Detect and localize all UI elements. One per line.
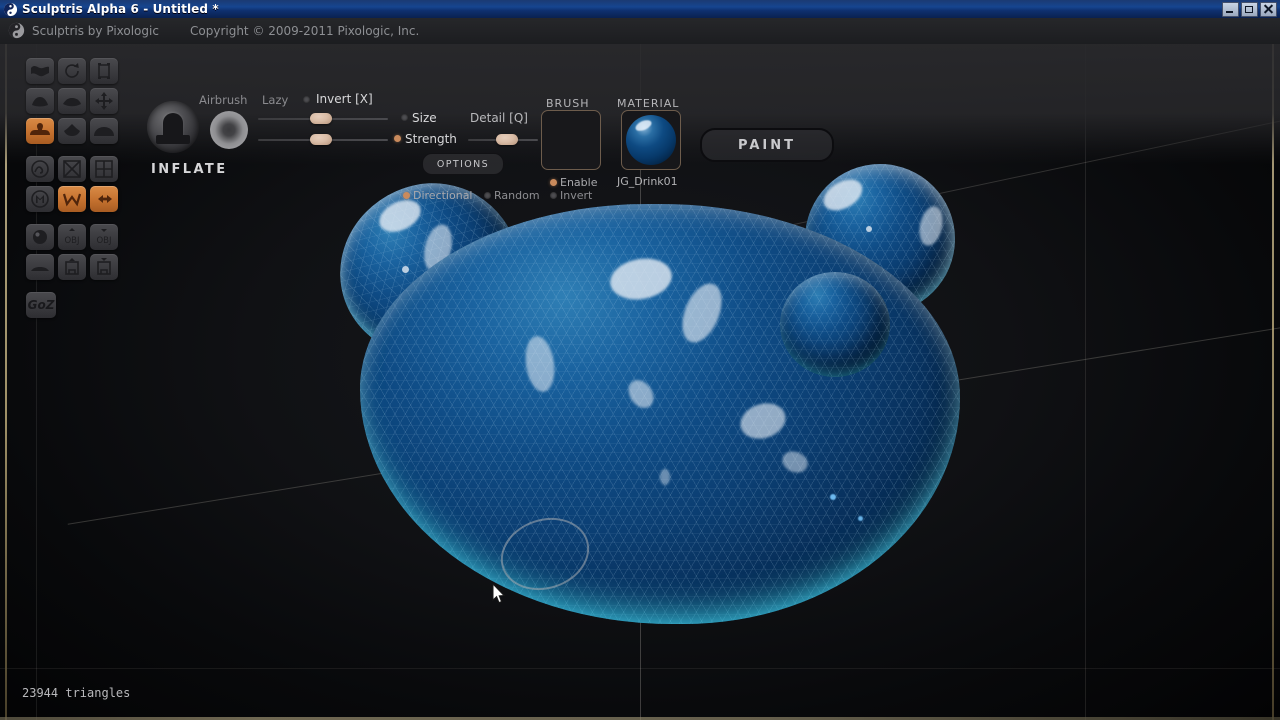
tool-save-file[interactable] xyxy=(90,254,118,280)
mouse-pointer-icon xyxy=(492,582,506,605)
brand-label: Sculptris by Pixologic xyxy=(32,24,159,38)
strength-label[interactable]: Strength xyxy=(405,132,457,146)
viewport-border-right xyxy=(1272,44,1274,720)
tool-move[interactable] xyxy=(90,88,118,114)
random-label[interactable]: Random xyxy=(494,189,540,202)
tool-material-m[interactable] xyxy=(26,186,54,212)
blue-glossy-blob-model[interactable] xyxy=(321,164,970,664)
size-radio[interactable] xyxy=(401,114,408,121)
directional-radio[interactable] xyxy=(403,192,410,199)
invert-label[interactable]: Invert xyxy=(560,189,592,202)
paint-button-label: PAINT xyxy=(738,137,796,153)
tool-row xyxy=(26,186,120,212)
tool-export-obj[interactable]: OBJ xyxy=(90,224,118,250)
tool-row xyxy=(26,58,120,84)
tool-wireframe[interactable] xyxy=(58,186,86,212)
lazy-label[interactable]: Lazy xyxy=(262,93,288,107)
strength-slider-handle[interactable] xyxy=(310,134,332,145)
tool-row: OBJ OBJ xyxy=(26,224,120,250)
goz-button[interactable]: GoZ xyxy=(26,292,56,318)
model-highlight xyxy=(660,469,670,485)
sculptris-logo-icon xyxy=(3,2,18,17)
material-section-label: MATERIAL xyxy=(617,97,680,110)
tool-mask[interactable] xyxy=(58,156,86,182)
material-swatch[interactable] xyxy=(621,110,681,170)
directional-label[interactable]: Directional xyxy=(413,189,473,202)
tool-open-file[interactable] xyxy=(58,254,86,280)
tool-grid[interactable] xyxy=(90,156,118,182)
brush-section-label: BRUSH xyxy=(546,97,590,110)
model-highlight xyxy=(858,516,863,521)
goz-label: GoZ xyxy=(27,298,55,312)
size-label[interactable]: Size xyxy=(412,111,437,125)
active-tool-name: INFLATE xyxy=(151,162,228,177)
tool-row xyxy=(26,88,120,114)
tool-new-sphere[interactable] xyxy=(26,224,54,250)
options-button[interactable]: OPTIONS xyxy=(422,153,504,175)
enable-label[interactable]: Enable xyxy=(560,176,597,189)
tool-smooth[interactable] xyxy=(58,88,86,114)
tool-import-obj[interactable]: OBJ xyxy=(58,224,86,250)
model-highlight xyxy=(402,266,409,273)
tool-rotate[interactable] xyxy=(58,58,86,84)
airbrush-label[interactable]: Airbrush xyxy=(199,93,247,107)
tool-spin[interactable] xyxy=(26,156,54,182)
tool-row xyxy=(26,254,120,280)
tool-inflate[interactable] xyxy=(26,118,54,144)
tool-flatten[interactable] xyxy=(90,118,118,144)
maximize-icon[interactable] xyxy=(1241,2,1258,17)
minimize-icon[interactable] xyxy=(1222,2,1239,17)
enable-radio[interactable] xyxy=(550,179,557,186)
title-bar: Sculptris Alpha 6 - Untitled * xyxy=(0,0,1280,18)
svg-text:OBJ: OBJ xyxy=(96,236,111,246)
tool-pinch[interactable] xyxy=(58,118,86,144)
model-cheek xyxy=(780,272,890,377)
detail-label[interactable]: Detail [Q] xyxy=(470,111,528,125)
tool-crop[interactable] xyxy=(90,58,118,84)
invert-x-label[interactable]: Invert [X] xyxy=(316,92,373,106)
tool-new-plane[interactable] xyxy=(26,254,54,280)
tool-symmetry[interactable] xyxy=(90,186,118,212)
svg-text:OBJ: OBJ xyxy=(64,236,79,246)
strength-radio[interactable] xyxy=(394,135,401,142)
pixologic-logo-icon xyxy=(8,22,25,39)
window-title: Sculptris Alpha 6 - Untitled * xyxy=(22,2,219,16)
model-highlight xyxy=(866,226,872,232)
brush-falloff-icon[interactable] xyxy=(210,111,248,149)
invert-x-radio[interactable] xyxy=(303,96,310,103)
material-name-label: JG_Drink01 xyxy=(617,175,678,188)
sculptris-window: Sculptris Alpha 6 - Untitled * Sculptris… xyxy=(0,0,1280,720)
size-slider-handle[interactable] xyxy=(310,113,332,124)
brush-swatch[interactable] xyxy=(541,110,601,170)
copyright-label: Copyright © 2009-2011 Pixologic, Inc. xyxy=(190,24,420,38)
paint-button[interactable]: PAINT xyxy=(700,128,834,162)
grid-line-vertical-right xyxy=(1085,44,1086,720)
triangle-count-status: 23944 triangles xyxy=(22,686,131,700)
close-icon[interactable] xyxy=(1260,2,1277,17)
menu-strip: Sculptris by Pixologic Copyright © 2009-… xyxy=(0,18,1280,44)
detail-slider-handle[interactable] xyxy=(496,134,518,145)
invert-radio[interactable] xyxy=(550,192,557,199)
window-controls xyxy=(1222,2,1277,17)
tool-scale[interactable] xyxy=(26,88,54,114)
options-button-label: OPTIONS xyxy=(436,158,490,170)
model-highlight xyxy=(830,494,836,500)
grid-line-horizon-lower xyxy=(0,668,1280,669)
random-radio[interactable] xyxy=(484,192,491,199)
tool-crease[interactable] xyxy=(26,58,54,84)
tool-row xyxy=(26,156,120,182)
tool-palette: OBJ OBJ GoZ xyxy=(26,58,120,318)
viewport-border-left xyxy=(5,44,7,720)
inflate-preview-icon[interactable] xyxy=(147,101,199,153)
tool-row xyxy=(26,118,120,144)
